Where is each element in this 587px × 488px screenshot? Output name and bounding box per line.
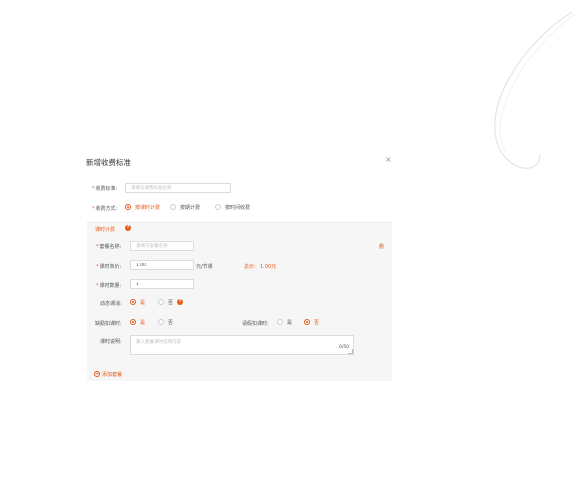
leave-deduct-label: 请假扣课时:	[242, 321, 269, 327]
fee-mode-label: *收费方式:	[92, 206, 118, 212]
description-textarea[interactable]	[130, 335, 354, 355]
fee-mode-option-lesson[interactable]: 按课时计费	[135, 204, 160, 211]
fee-mode-option-period[interactable]: 按期计费	[180, 204, 200, 211]
absence-deduct-option-no[interactable]: 否	[168, 319, 173, 326]
panel-title: 课时计费	[95, 227, 116, 233]
unit-price-label: *课时单价:	[96, 264, 122, 270]
dynamic-deduct-option-yes[interactable]: 是	[140, 299, 145, 306]
help-icon[interactable]: ?	[125, 225, 131, 231]
close-icon[interactable]: ×	[385, 155, 392, 164]
add-package-button[interactable]: 添加套餐	[102, 371, 122, 378]
dynamic-deduct-radio-no[interactable]	[158, 299, 164, 305]
fee-standard-label: *收费标准:	[92, 186, 118, 192]
dynamic-deduct-label: 动态课消:	[100, 301, 122, 307]
leave-deduct-radio-yes[interactable]	[277, 319, 283, 325]
fee-mode-option-time[interactable]: 按时间收费	[225, 204, 250, 211]
fee-mode-radio-time[interactable]	[215, 204, 221, 210]
delete-package-button[interactable]: 删	[379, 243, 384, 250]
absence-deduct-radio-no[interactable]	[158, 319, 164, 325]
leave-deduct-option-yes[interactable]: 是	[287, 319, 292, 326]
absence-deduct-label: 缺勤扣课时:	[95, 321, 122, 327]
absence-deduct-option-yes[interactable]: 是	[140, 319, 145, 326]
unit-price-input[interactable]	[130, 260, 194, 270]
textarea-resize-handle[interactable]	[348, 349, 353, 354]
fee-mode-radio-lesson[interactable]	[125, 204, 131, 210]
description-label: 课时说明:	[100, 339, 122, 345]
dynamic-deduct-help-icon[interactable]: ?	[177, 299, 183, 305]
fee-mode-radio-period[interactable]	[170, 204, 176, 210]
lesson-count-label: *课时数量:	[96, 283, 122, 289]
add-circle-icon[interactable]: +	[94, 371, 100, 377]
dynamic-deduct-radio-yes[interactable]	[130, 299, 136, 305]
lesson-count-input[interactable]	[130, 279, 194, 289]
dialog-title: 新增收费标准	[86, 158, 131, 167]
package-name-input[interactable]	[130, 241, 194, 251]
unit-price-unit: 元/节课	[196, 264, 213, 270]
absence-deduct-radio-yes[interactable]	[130, 319, 136, 325]
package-name-label: *套餐名称:	[96, 244, 122, 250]
total-price-label: 总价:	[244, 264, 256, 270]
leave-deduct-option-no[interactable]: 否	[314, 319, 319, 326]
leave-deduct-radio-no[interactable]	[304, 319, 310, 325]
total-price-value: 1.00元	[260, 264, 277, 270]
fee-standard-input[interactable]	[125, 183, 231, 193]
dynamic-deduct-option-no[interactable]: 否	[168, 299, 173, 306]
